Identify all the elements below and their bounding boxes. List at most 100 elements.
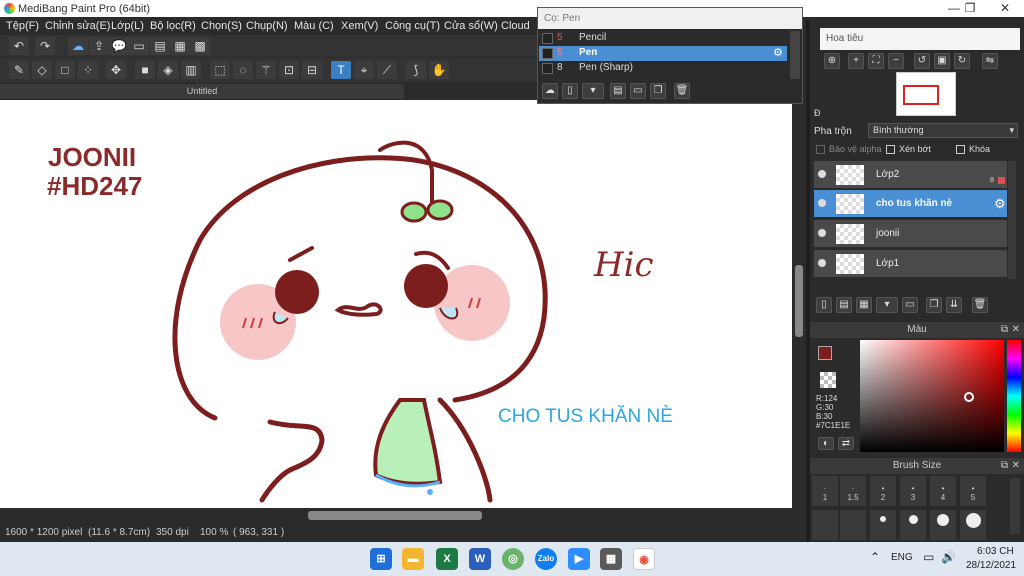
blend-mode-select[interactable]: Bình thường ▾ (868, 123, 1018, 138)
close-icon[interactable]: ✕ (1012, 322, 1020, 338)
brush-size-cell[interactable] (812, 510, 838, 540)
fit-window-icon[interactable]: ⛶ (868, 53, 884, 69)
operation-tool-icon[interactable]: ⌖ (354, 61, 374, 79)
menu-view[interactable]: Xem(V) (341, 20, 378, 32)
select-rect-icon[interactable]: ⬚ (210, 61, 230, 79)
menu-tools[interactable]: Công cụ(T) (385, 20, 440, 32)
brush-item-pen[interactable]: 5 Pen ⚙ (539, 46, 787, 61)
horizontal-scrollbar[interactable] (0, 508, 806, 523)
hand-tool-icon[interactable]: ✋ (429, 61, 449, 79)
select-eraser-icon[interactable]: ⊟ (302, 61, 322, 79)
brush-item-pen-sharp[interactable]: 8 Pen (Sharp) (539, 61, 787, 76)
brush-size-scrollbar[interactable] (1010, 478, 1020, 534)
palette-icon[interactable]: ◐ (818, 437, 834, 450)
brush-item-pencil[interactable]: 5 Pencil (539, 31, 787, 46)
drawing-canvas[interactable]: JOONII #HD247 Hic CHO TUS KHĂN NÈ (0, 100, 792, 508)
eraser-tool-icon[interactable]: ◇ (32, 61, 52, 79)
brush-size-cell[interactable] (900, 510, 926, 540)
windows-start-icon[interactable]: ⊞ (370, 548, 392, 570)
zoom-app-icon[interactable]: ▶ (568, 548, 590, 570)
popout-icon[interactable]: ⧉ (1001, 322, 1008, 338)
visibility-icon[interactable] (818, 199, 826, 207)
maximize-button[interactable]: ❐ (953, 0, 987, 17)
brush-tool-icon[interactable]: ✎ (9, 61, 29, 79)
menu-edit[interactable]: Chỉnh sửa(E) (45, 20, 110, 32)
gear-icon[interactable]: ⚙ (994, 196, 1006, 212)
gear-icon[interactable]: ⚙ (773, 46, 783, 59)
menu-window[interactable]: Cửa sổ(W) (444, 20, 498, 32)
color-picker-handle[interactable] (964, 392, 974, 402)
layer-row[interactable]: Lớp2 8 (814, 161, 1007, 189)
language-indicator[interactable]: ENG (891, 552, 913, 563)
zalo-icon[interactable]: Zalo (535, 548, 557, 570)
rotate-right-icon[interactable]: ↻ (954, 53, 970, 69)
brush-list-scrollbar[interactable] (790, 31, 800, 79)
new-1bit-layer-icon[interactable]: ▦ (856, 297, 872, 313)
brush-size-cell[interactable] (840, 510, 866, 540)
text-tool-icon[interactable]: T (331, 61, 351, 79)
eyedropper-icon[interactable]: ⟆ (406, 61, 426, 79)
share-icon[interactable]: ⇪ (89, 37, 109, 55)
menu-layer[interactable]: Lớp(L) (111, 20, 144, 32)
add-brush-cloud-icon[interactable]: ☁ (542, 83, 558, 99)
duplicate-layer-icon[interactable]: ❐ (926, 297, 942, 313)
navigator-preview[interactable] (896, 72, 956, 116)
zoom-in-icon[interactable]: + (848, 53, 864, 69)
zoom-fit-icon[interactable]: ⊕ (824, 53, 840, 69)
clipping-checkbox[interactable] (886, 145, 895, 154)
word-icon[interactable]: W (469, 548, 491, 570)
bucket-tool-icon[interactable]: ◈ (158, 61, 178, 79)
horizontal-scroll-thumb[interactable] (308, 511, 482, 520)
primary-color-swatch[interactable] (818, 346, 832, 360)
cloud-icon[interactable]: ☁ (68, 37, 88, 55)
rotate-left-icon[interactable]: ↺ (914, 53, 930, 69)
clock-time[interactable]: 6:03 CH (977, 546, 1014, 557)
menu-cloud[interactable]: Cloud (501, 20, 530, 32)
brush-size-cell[interactable]: · 1 (812, 476, 838, 506)
chevron-up-icon[interactable]: ⌃ (870, 550, 880, 564)
calculator-icon[interactable]: ▦ (600, 548, 622, 570)
vertical-scrollbar[interactable] (792, 100, 806, 508)
menu-select[interactable]: Chọn(S) (201, 20, 242, 32)
transparent-color-swatch[interactable] (820, 372, 836, 388)
hue-slider[interactable] (1007, 340, 1021, 452)
menu-file[interactable]: Tệp(F) (6, 20, 39, 32)
divide-tool-icon[interactable]: ⟋ (377, 61, 397, 79)
delete-icon[interactable]: 🗑 (674, 83, 690, 99)
speaker-icon[interactable]: 🔊 (941, 550, 956, 564)
brush-size-cell[interactable]: • 4 (930, 476, 956, 506)
brush-size-cell[interactable]: • 3 (900, 476, 926, 506)
grid-icon[interactable]: ▦ (170, 37, 190, 55)
brush-size-cell[interactable]: • 5 (960, 476, 986, 506)
protect-alpha-checkbox[interactable] (816, 145, 825, 154)
folder-icon[interactable]: ▭ (630, 83, 646, 99)
flip-icon[interactable]: ⇋ (982, 53, 998, 69)
vertical-scroll-thumb[interactable] (795, 265, 803, 337)
fill-rect-icon[interactable]: ■ (135, 61, 155, 79)
close-button[interactable]: ✕ (988, 0, 1022, 17)
redo-icon[interactable]: ↷ (35, 37, 55, 55)
comment-icon[interactable]: ▭ (129, 37, 149, 55)
lasso-icon[interactable]: ◌ (233, 61, 253, 79)
new-brush-icon[interactable]: ▯ (562, 83, 578, 99)
navigator-viewport[interactable] (903, 85, 939, 105)
close-icon[interactable]: ✕ (1012, 458, 1020, 474)
lock-checkbox[interactable] (956, 145, 965, 154)
brush-size-cell[interactable] (930, 510, 956, 540)
brush-size-cell[interactable]: · 1.5 (840, 476, 866, 506)
rect-tool-icon[interactable]: □ (55, 61, 75, 79)
layer-scrollbar[interactable] (1008, 161, 1016, 279)
menu-snap[interactable]: Chụp(N) (246, 20, 288, 32)
panels-icon[interactable]: ▩ (190, 37, 210, 55)
popout-icon[interactable]: ⧉ (1001, 458, 1008, 474)
gradient-tool-icon[interactable]: ▥ (181, 61, 201, 79)
add-layer-dropdown-icon[interactable]: ▾ (876, 297, 898, 313)
clock-date[interactable]: 28/12/2021 (966, 560, 1016, 571)
speech-bubble-icon[interactable]: 💬 (109, 37, 129, 55)
monitor-icon[interactable]: ▭ (923, 550, 934, 564)
saturation-value-picker[interactable] (860, 340, 1004, 452)
dot-tool-icon[interactable]: ⁘ (78, 61, 98, 79)
merge-layer-icon[interactable]: ⇊ (946, 297, 962, 313)
visibility-icon[interactable] (818, 170, 826, 178)
file-explorer-icon[interactable]: ▬ (402, 548, 424, 570)
